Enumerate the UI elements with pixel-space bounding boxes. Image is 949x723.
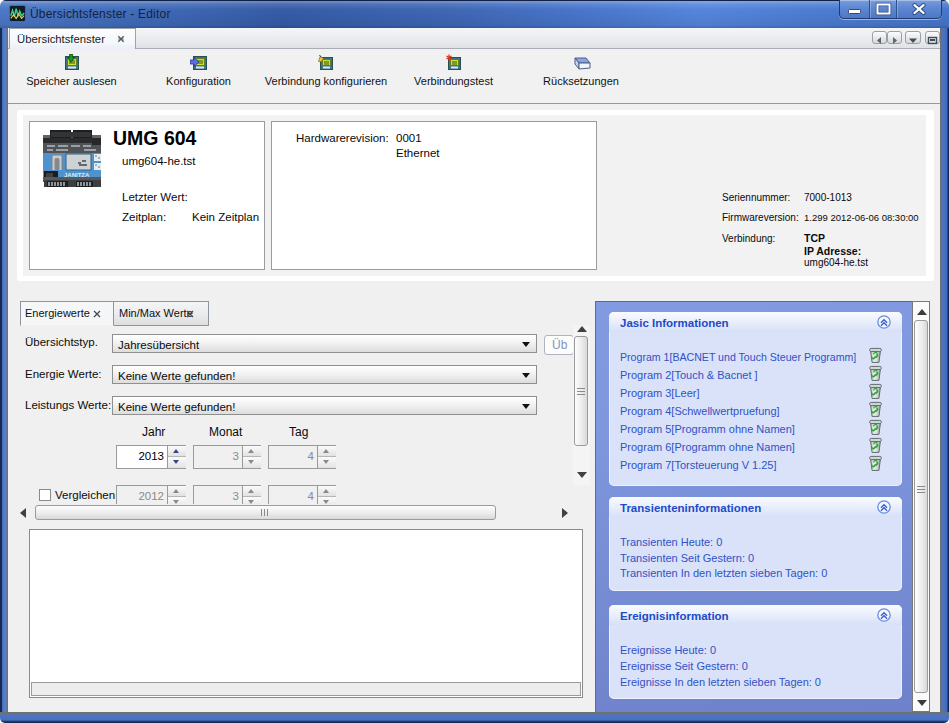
svg-text:JANITZA: JANITZA: [64, 172, 90, 178]
